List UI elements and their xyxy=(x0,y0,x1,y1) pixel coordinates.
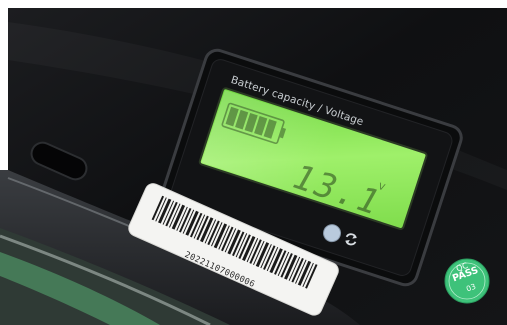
battery-photo xyxy=(0,0,507,325)
